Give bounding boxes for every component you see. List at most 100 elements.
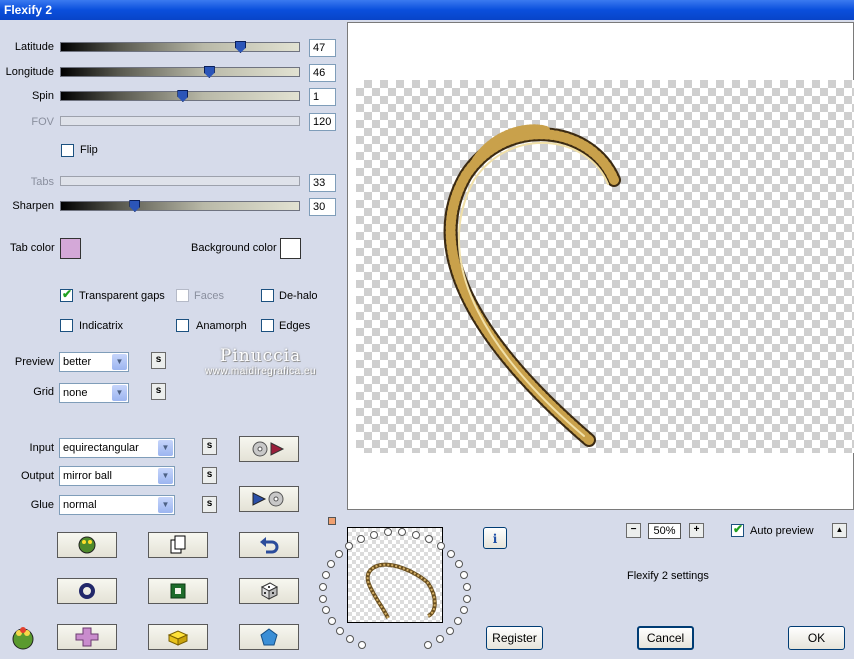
auto-preview-label: Auto preview <box>750 525 814 537</box>
latitude-slider[interactable] <box>60 41 300 53</box>
sharpen-label: Sharpen <box>12 200 54 212</box>
chevron-down-icon[interactable]: ▼ <box>112 354 127 370</box>
longitude-label: Longitude <box>5 66 54 78</box>
check-mark-icon: ✔ <box>62 287 73 301</box>
disc-save-icon <box>252 491 284 507</box>
watermark: Pinuccia www.maidiregrafica.eu <box>205 346 316 377</box>
glue-select[interactable]: normal ▼ <box>59 495 175 515</box>
ring-button[interactable] <box>57 578 117 604</box>
spin-slider-thumb[interactable] <box>177 90 189 102</box>
frame-button[interactable] <box>148 578 208 604</box>
brick-button[interactable] <box>148 624 208 650</box>
info-button[interactable]: i <box>483 527 507 549</box>
navigator-ring-dot[interactable] <box>446 550 455 559</box>
navigator-ring-dot[interactable] <box>345 541 354 550</box>
transparent-gaps-checkbox[interactable]: ✔ <box>60 287 73 302</box>
longitude-slider-thumb[interactable] <box>203 66 215 78</box>
fov-value-field: 120 <box>309 113 336 131</box>
cancel-button[interactable]: Cancel <box>637 626 694 650</box>
navigator-ring-dot[interactable] <box>322 606 331 615</box>
latitude-slider-thumb[interactable] <box>235 41 246 53</box>
randomize-button[interactable] <box>57 532 117 558</box>
zoom-in-button[interactable]: + <box>689 523 704 538</box>
navigator-ring-dot[interactable] <box>358 641 367 650</box>
zoom-out-button[interactable]: − <box>626 523 641 538</box>
latitude-value-field[interactable]: 47 <box>309 39 336 57</box>
preview-canvas[interactable] <box>356 80 854 453</box>
navigator-ring-dot[interactable] <box>435 635 444 644</box>
collapse-button[interactable]: ▲ <box>832 523 847 538</box>
puzzle-cross-icon <box>75 627 99 647</box>
navigator-ring-dot[interactable] <box>454 560 463 569</box>
glue-s-button[interactable]: s <box>202 496 217 513</box>
navigator-ring-dot[interactable] <box>423 641 432 650</box>
disc-load-icon <box>252 441 285 457</box>
de-halo-checkbox[interactable] <box>261 289 274 302</box>
cross-button[interactable] <box>57 624 117 650</box>
pentagon-button[interactable] <box>239 624 299 650</box>
spin-value-field[interactable]: 1 <box>309 88 336 106</box>
navigator-handle[interactable] <box>328 517 336 525</box>
input-projection-select[interactable]: equirectangular ▼ <box>59 438 175 458</box>
indicatrix-checkbox[interactable] <box>60 319 73 332</box>
output-projection-select[interactable]: mirror ball ▼ <box>59 466 175 486</box>
anamorph-checkbox[interactable] <box>176 319 189 332</box>
chevron-down-icon[interactable]: ▼ <box>158 440 173 456</box>
navigator-ring-dot[interactable] <box>412 530 421 539</box>
navigator-ring-dot[interactable] <box>319 594 328 603</box>
navigator-ring-dot[interactable] <box>336 626 345 635</box>
navigator-ring-dot[interactable] <box>462 594 471 603</box>
de-halo-label: De-halo <box>279 290 318 302</box>
navigator-ring-dot[interactable] <box>445 626 454 635</box>
sharpen-slider[interactable] <box>60 200 300 212</box>
preview-quality-s-button[interactable]: s <box>151 352 166 369</box>
input-s-button[interactable]: s <box>202 438 217 455</box>
navigator-ring-dot[interactable] <box>436 541 445 550</box>
grid-s-button[interactable]: s <box>151 383 166 400</box>
longitude-slider[interactable] <box>60 66 300 78</box>
navigator-ring-dot[interactable] <box>319 582 328 591</box>
navigator-ring-dot[interactable] <box>321 571 330 580</box>
spin-slider[interactable] <box>60 90 300 102</box>
random-dice-button[interactable] <box>239 578 299 604</box>
chevron-down-icon[interactable]: ▼ <box>158 497 173 513</box>
navigator-ring-dot[interactable] <box>369 530 378 539</box>
output-projection-value: mirror ball <box>63 470 112 482</box>
edges-checkbox[interactable] <box>261 319 274 332</box>
navigator-ring-dot[interactable] <box>327 560 336 569</box>
square-frame-icon <box>170 583 186 599</box>
spin-label: Spin <box>31 90 54 102</box>
chevron-down-icon[interactable]: ▼ <box>158 468 173 484</box>
background-color-swatch[interactable] <box>280 238 301 259</box>
navigator-ring-dot[interactable] <box>453 617 462 626</box>
load-preset-button[interactable] <box>239 436 299 462</box>
navigator-ring-dot[interactable] <box>462 582 471 591</box>
auto-preview-checkbox[interactable]: ✔ <box>731 522 744 537</box>
longitude-value-field[interactable]: 46 <box>309 64 336 82</box>
output-label: Output <box>20 470 54 482</box>
navigator-ring-dot[interactable] <box>335 550 344 559</box>
glue-value: normal <box>63 499 97 511</box>
chevron-down-icon[interactable]: ▼ <box>112 385 127 401</box>
ok-button[interactable]: OK <box>788 626 845 650</box>
preview-quality-select[interactable]: better ▼ <box>59 352 129 372</box>
lego-brick-icon <box>167 630 189 646</box>
output-s-button[interactable]: s <box>202 467 217 484</box>
save-preset-button[interactable] <box>239 486 299 512</box>
flip-checkbox[interactable] <box>61 144 74 157</box>
navigator-ring-dot[interactable] <box>460 571 469 580</box>
watermark-name: Pinuccia <box>219 346 302 366</box>
navigator-ring-dot[interactable] <box>459 606 468 615</box>
navigator-ring-dot[interactable] <box>346 635 355 644</box>
sharpen-slider-thumb[interactable] <box>129 200 141 212</box>
navigator-ring-dot[interactable] <box>356 535 365 544</box>
undo-button[interactable] <box>239 532 299 558</box>
sharpen-value-field[interactable]: 30 <box>309 198 336 216</box>
grid-select[interactable]: none ▼ <box>59 383 129 403</box>
navigator-ring-dot[interactable] <box>328 617 337 626</box>
tab-color-swatch[interactable] <box>60 238 81 259</box>
copy-button[interactable] <box>148 532 208 558</box>
undo-arrow-icon <box>260 537 279 554</box>
register-button[interactable]: Register <box>486 626 543 650</box>
grid-value: none <box>63 387 88 399</box>
